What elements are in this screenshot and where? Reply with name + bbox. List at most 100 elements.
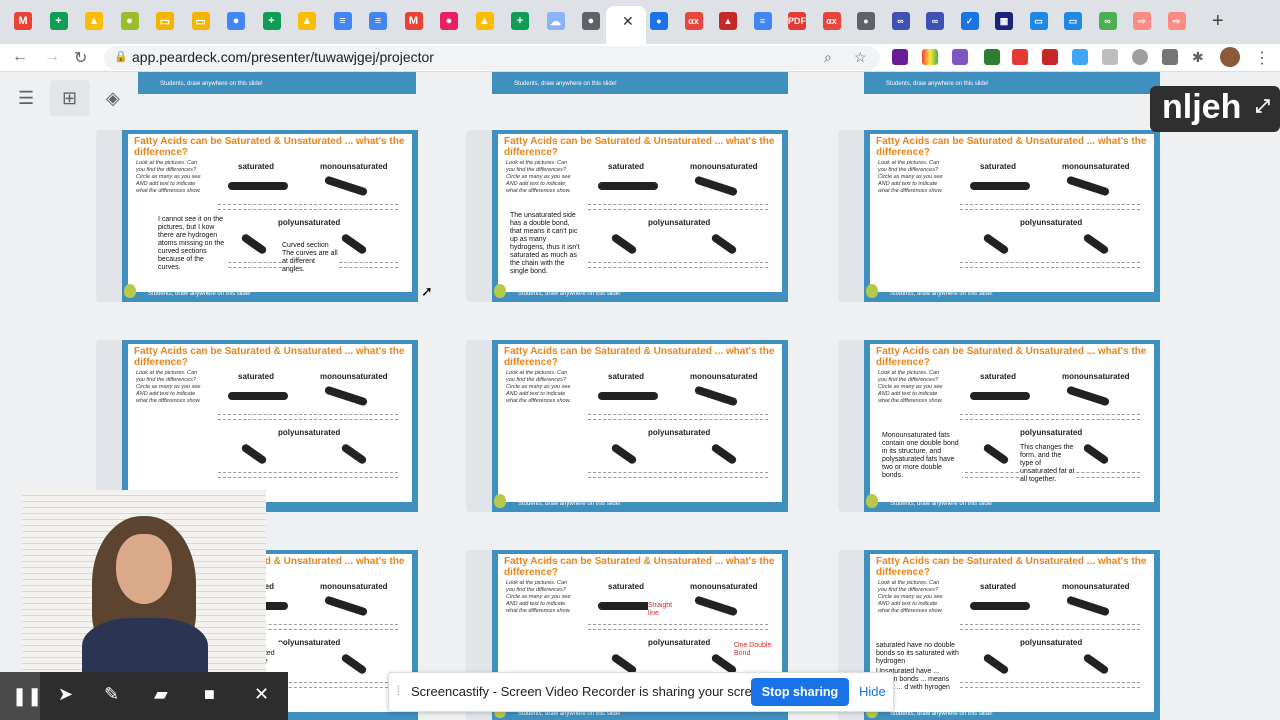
- slide-title: Fatty Acids can be Saturated & Unsaturat…: [134, 136, 405, 158]
- url-text[interactable]: app.peardeck.com/presenter/tuwawjgej/pro…: [132, 49, 434, 65]
- sheets-icon[interactable]: +: [262, 12, 281, 30]
- drive-icon[interactable]: ▲: [298, 12, 316, 30]
- sheets-icon[interactable]: +: [511, 12, 529, 30]
- grid-icon[interactable]: ▦: [995, 12, 1013, 30]
- label-poly: polyunsaturated: [648, 638, 711, 647]
- arrow-icon[interactable]: ⇨: [1167, 12, 1186, 30]
- pear-icon[interactable]: ●: [120, 12, 139, 30]
- webcam-overlay[interactable]: [22, 490, 266, 674]
- sheets-icon[interactable]: +: [49, 12, 68, 30]
- presenter-face: [116, 534, 172, 604]
- zoom-icon[interactable]: ⌕: [824, 49, 832, 66]
- check-icon[interactable]: ✓: [960, 12, 979, 30]
- desmos-icon[interactable]: αx: [684, 12, 703, 30]
- profile-avatar[interactable]: [1220, 47, 1240, 67]
- link-icon[interactable]: ∞: [926, 12, 944, 30]
- extension-icon[interactable]: [1012, 49, 1028, 65]
- globe-icon[interactable]: ●: [582, 12, 600, 30]
- drive-icon[interactable]: ▲: [475, 12, 494, 30]
- hide-button[interactable]: Hide: [859, 684, 886, 699]
- label-saturated: saturated: [980, 372, 1017, 381]
- docs-icon[interactable]: ≡: [369, 12, 387, 30]
- student-annotation: Curved section The curves are all at dif…: [282, 242, 338, 274]
- extension-icon[interactable]: [1042, 49, 1058, 65]
- arrow-icon[interactable]: ⇨: [1133, 12, 1151, 30]
- join-code: nljeh: [1162, 88, 1242, 126]
- stop-sharing-button[interactable]: Stop sharing: [751, 678, 849, 706]
- slide-card[interactable]: Fatty Acids can be Saturated & Unsaturat…: [466, 340, 788, 512]
- drive-icon[interactable]: ▲: [85, 12, 103, 30]
- classroom-icon[interactable]: ▭: [1064, 12, 1082, 30]
- extension-icon[interactable]: [1072, 49, 1088, 65]
- extension-icon[interactable]: [892, 49, 908, 65]
- extension-icon[interactable]: [1162, 49, 1178, 65]
- pen-tool-icon[interactable]: ✎: [104, 684, 119, 705]
- slide-card[interactable]: Fatty Acids can be Saturated & Unsaturat…: [838, 340, 1160, 512]
- slide-card-partial[interactable]: Students, draw anywhere on this slide!: [492, 72, 788, 94]
- edpuzzle-icon[interactable]: ●: [650, 12, 668, 30]
- cloud-icon[interactable]: ☁: [546, 12, 565, 30]
- prompt-line: Circle as many as you see: [506, 384, 571, 390]
- link-icon[interactable]: ∞: [891, 12, 910, 30]
- globe-icon[interactable]: ●: [857, 12, 875, 30]
- grid-view-icon[interactable]: ⊞: [62, 88, 77, 109]
- layers-icon[interactable]: ◈: [106, 88, 120, 109]
- drag-handle-icon[interactable]: ⦙: [397, 684, 400, 699]
- mirror-icon[interactable]: ∞: [1098, 12, 1117, 30]
- slide-card-partial[interactable]: Students, draw anywhere on this slide!: [138, 72, 416, 94]
- docs-icon[interactable]: ≡: [333, 12, 352, 30]
- label-poly: polyunsaturated: [278, 638, 341, 647]
- pause-icon[interactable]: ❚❚: [0, 672, 42, 720]
- slide-canvas: Fatty Acids can be Saturated & Unsaturat…: [498, 344, 782, 502]
- slide-title: Fatty Acids can be Saturated & Unsaturat…: [876, 346, 1147, 368]
- extension-icon[interactable]: [922, 49, 938, 65]
- extensions-puzzle-icon[interactable]: ✱: [1192, 49, 1204, 66]
- close-toolbar-icon[interactable]: ✕: [254, 684, 269, 705]
- classroom-icon[interactable]: ▭: [1029, 12, 1048, 30]
- label-mono: monounsaturated: [320, 372, 388, 381]
- slide-card[interactable]: Fatty Acids can be Saturated & Unsaturat…: [96, 340, 418, 512]
- slide-canvas: Fatty Acids can be Saturated & Unsaturat…: [870, 554, 1154, 712]
- new-tab-button[interactable]: +: [1212, 10, 1224, 33]
- desmos-icon[interactable]: αx: [822, 12, 841, 30]
- highlighter-tool-icon[interactable]: ▰: [154, 684, 168, 705]
- gmail-icon[interactable]: M: [14, 12, 32, 30]
- reload-icon[interactable]: ↻: [74, 48, 87, 68]
- slides-icon[interactable]: ▭: [156, 12, 174, 30]
- extension-icon[interactable]: [952, 49, 968, 65]
- pear-logo-icon: [494, 494, 506, 508]
- extension-icon[interactable]: [984, 49, 1000, 65]
- slide-card[interactable]: Fatty Acids can be Saturated & Unsaturat…: [466, 130, 788, 302]
- docs-icon[interactable]: ≡: [753, 12, 772, 30]
- cursor-tool-icon[interactable]: ➤: [58, 684, 73, 705]
- slides-icon[interactable]: ▭: [191, 12, 210, 30]
- close-tab-icon[interactable]: ✕: [622, 13, 634, 30]
- prompt-line: Look at the pictures. Can: [506, 160, 568, 166]
- extension-icon[interactable]: [1102, 49, 1118, 65]
- slide-prompt: Look at the pictures. Canyou find the di…: [878, 580, 948, 615]
- slide-card[interactable]: Fatty Acids can be Saturated & Unsaturat…: [838, 130, 1160, 302]
- slide-card-partial[interactable]: Students, draw anywhere on this slide!: [864, 72, 1160, 94]
- label-mono: monounsaturated: [1062, 372, 1130, 381]
- slide-card[interactable]: Fatty Acids can be Saturated & Unsaturat…: [96, 130, 418, 302]
- contacts-icon[interactable]: ●: [227, 12, 245, 30]
- app-icon[interactable]: ▲: [719, 12, 737, 30]
- slide-thumbnail: Fatty Acids can be Saturated & Unsaturat…: [492, 340, 788, 512]
- lock-icon[interactable]: 🔒: [114, 50, 128, 63]
- camera-toggle-icon[interactable]: ■: [204, 684, 215, 705]
- pdf-icon[interactable]: PDF: [788, 12, 806, 30]
- prompt-line: you find the differences?: [878, 377, 938, 383]
- expand-icon[interactable]: ⤢: [1256, 96, 1270, 117]
- bookmark-star-icon[interactable]: ☆: [854, 49, 867, 66]
- list-view-icon[interactable]: ☰: [18, 88, 34, 109]
- poly-chain: [982, 442, 1010, 466]
- join-code-box[interactable]: nljeh ⤢: [1150, 86, 1280, 132]
- bitmoji-icon[interactable]: ●: [440, 12, 458, 30]
- extension-icon[interactable]: [1132, 49, 1148, 65]
- prompt-line: Look at the pictures. Can: [878, 370, 940, 376]
- back-icon[interactable]: ←: [12, 48, 28, 66]
- menu-kebab-icon[interactable]: ⋮: [1254, 48, 1270, 68]
- gmail-icon[interactable]: M: [404, 12, 423, 30]
- forward-icon[interactable]: →: [44, 48, 60, 66]
- saturated-chain: [970, 182, 1030, 190]
